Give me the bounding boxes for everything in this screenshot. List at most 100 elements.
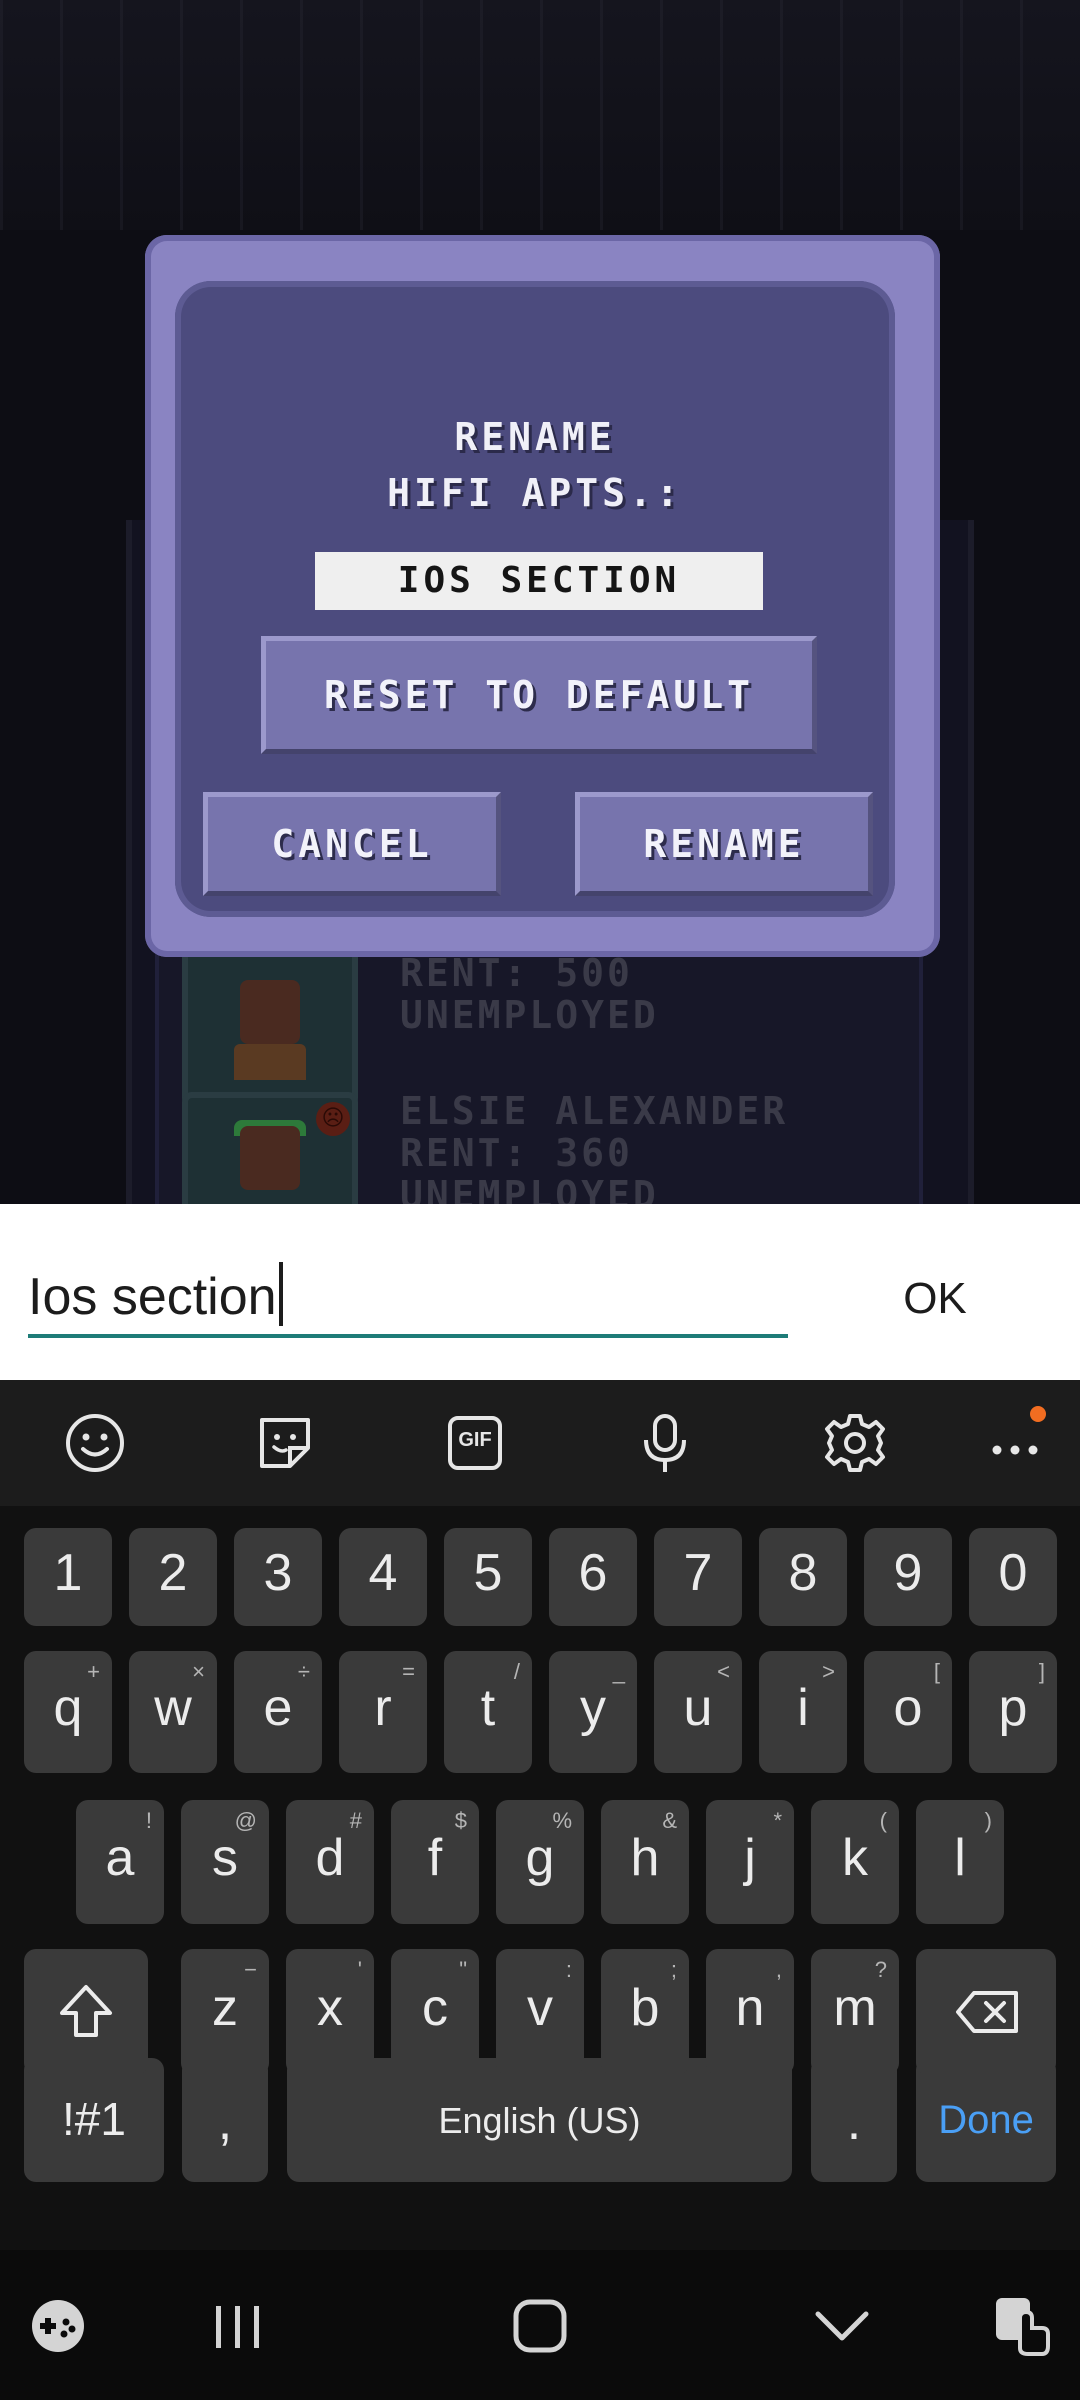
key-y[interactable]: y _ <box>549 1651 637 1773</box>
gif-icon[interactable]: GIF <box>442 1410 508 1476</box>
key-j[interactable]: j * <box>706 1800 794 1924</box>
key-e-secondary: ÷ <box>297 1659 310 1684</box>
key-l[interactable]: l) <box>916 1800 1004 1924</box>
name-field[interactable]: IOS SECTION <box>315 552 763 610</box>
key-s-secondary: @ <box>234 1808 257 1833</box>
microphone-icon[interactable] <box>632 1410 698 1476</box>
key-x[interactable]: x ' <box>286 1949 374 2075</box>
tenant-portrait[interactable] <box>182 946 358 1108</box>
key-s[interactable]: s @ <box>181 1800 269 1924</box>
key-3-label: 3 <box>263 1544 293 1602</box>
key-5[interactable]: 5 <box>444 1528 532 1626</box>
cancel-button[interactable]: CANCEL <box>203 792 501 896</box>
key-a-secondary: ! <box>145 1808 152 1833</box>
key-v-secondary: : <box>565 1957 572 1982</box>
input-underline <box>28 1334 788 1338</box>
key-f-secondary: $ <box>454 1808 467 1833</box>
key-p[interactable]: p] <box>969 1651 1057 1773</box>
key-d[interactable]: d # <box>286 1800 374 1924</box>
key-2[interactable]: 2 <box>129 1528 217 1626</box>
key-q-label: q <box>53 1679 83 1737</box>
key-comma[interactable]: , <box>182 2058 268 2182</box>
sticker-icon[interactable] <box>252 1410 318 1476</box>
key-q[interactable]: q + <box>24 1651 112 1773</box>
emoji-icon[interactable] <box>62 1410 128 1476</box>
key-9[interactable]: 9 <box>864 1528 952 1626</box>
hide-keyboard-icon[interactable] <box>810 2306 874 2346</box>
key-period-label: . <box>846 2093 862 2151</box>
key-2-label: 2 <box>158 1544 188 1602</box>
home-icon[interactable] <box>510 2296 570 2356</box>
key-t-secondary: / <box>513 1659 520 1684</box>
tenant-portrait[interactable]: ☹ <box>182 1092 358 1204</box>
key-i[interactable]: i > <box>759 1651 847 1773</box>
key-backspace[interactable] <box>916 1949 1056 2075</box>
key-k[interactable]: k( <box>811 1800 899 1924</box>
key-m-secondary: ? <box>874 1957 887 1982</box>
key-r[interactable]: r = <box>339 1651 427 1773</box>
game-controller-icon[interactable] <box>30 2298 86 2354</box>
accessibility-touch-icon[interactable] <box>990 2294 1052 2358</box>
key-u[interactable]: u < <box>654 1651 742 1773</box>
more-icon[interactable] <box>984 1406 1050 1476</box>
key-n-label: n <box>735 1979 765 2037</box>
key-h-secondary: & <box>662 1808 677 1833</box>
key-o[interactable]: o[ <box>864 1651 952 1773</box>
key-z[interactable]: z − <box>181 1949 269 2075</box>
key-b[interactable]: b; <box>601 1949 689 2075</box>
key-n-secondary: , <box>775 1957 782 1982</box>
key-shift[interactable] <box>24 1949 148 2075</box>
key-9-label: 9 <box>893 1544 923 1602</box>
key-i-label: i <box>797 1679 809 1737</box>
key-w-secondary: × <box>192 1659 205 1684</box>
notification-dot <box>1030 1406 1046 1422</box>
key-6[interactable]: 6 <box>549 1528 637 1626</box>
tenant-face <box>240 1126 300 1190</box>
key-8[interactable]: 8 <box>759 1528 847 1626</box>
key-v[interactable]: v: <box>496 1949 584 2075</box>
key-y-label: y <box>580 1679 606 1737</box>
key-space[interactable]: English (US) <box>287 2058 792 2182</box>
key-c-label: c <box>422 1979 448 2037</box>
key-z-secondary: − <box>244 1957 257 1982</box>
key-n[interactable]: n, <box>706 1949 794 2075</box>
key-5-label: 5 <box>473 1544 503 1602</box>
recent-apps-icon[interactable] <box>210 2302 266 2352</box>
tenant-body <box>234 1044 306 1080</box>
key-6-label: 6 <box>578 1544 608 1602</box>
ok-button[interactable]: OK <box>870 1264 1000 1334</box>
key-r-label: r <box>374 1679 392 1737</box>
tenant-job: UNEMPLOYED <box>400 993 659 1037</box>
key-f[interactable]: f $ <box>391 1800 479 1924</box>
settings-icon[interactable] <box>822 1410 888 1476</box>
key-0-label: 0 <box>998 1544 1028 1602</box>
key-e[interactable]: e ÷ <box>234 1651 322 1773</box>
reset-to-default-button[interactable]: RESET TO DEFAULT <box>261 636 817 754</box>
key-symbols[interactable]: !#1 <box>24 2058 164 2182</box>
key-7[interactable]: 7 <box>654 1528 742 1626</box>
key-t[interactable]: t / <box>444 1651 532 1773</box>
key-l-secondary: ) <box>984 1808 992 1833</box>
rename-dialog: RENAME HIFI APTS.: IOS SECTION RESET TO … <box>145 235 940 957</box>
key-0[interactable]: 0 <box>969 1528 1057 1626</box>
key-a[interactable]: a! <box>76 1800 164 1924</box>
key-4[interactable]: 4 <box>339 1528 427 1626</box>
key-b-secondary: ; <box>670 1957 677 1982</box>
key-s-label: s <box>212 1829 238 1887</box>
tenant-rent: RENT: 360 <box>400 1131 633 1175</box>
rename-button[interactable]: RENAME <box>575 792 873 896</box>
key-3[interactable]: 3 <box>234 1528 322 1626</box>
dialog-title-line2: HIFI APTS.: <box>387 471 683 515</box>
key-w[interactable]: w × <box>129 1651 217 1773</box>
key-m[interactable]: m? <box>811 1949 899 2075</box>
key-h[interactable]: h & <box>601 1800 689 1924</box>
key-k-label: k <box>842 1829 868 1887</box>
key-period[interactable]: . <box>811 2058 897 2182</box>
key-o-label: o <box>893 1679 923 1737</box>
key-g[interactable]: g% <box>496 1800 584 1924</box>
key-done[interactable]: Done <box>916 2058 1056 2182</box>
key-c[interactable]: c " <box>391 1949 479 2075</box>
key-m-label: m <box>833 1979 877 2037</box>
key-1[interactable]: 1 <box>24 1528 112 1626</box>
text-input[interactable]: Ios section <box>28 1262 283 1327</box>
